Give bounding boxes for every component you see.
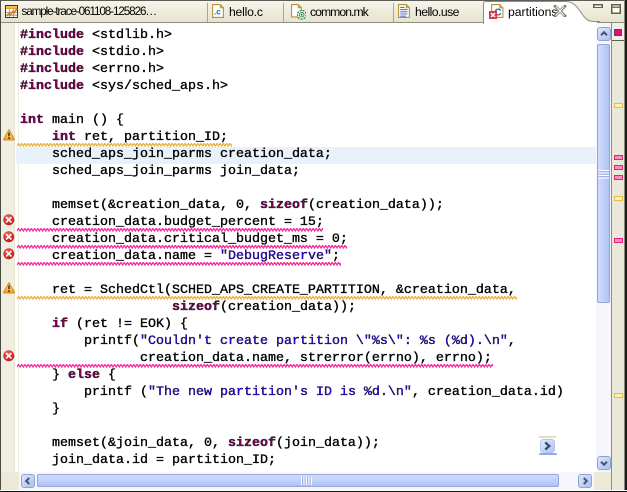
svg-text:.c: .c [214, 8, 221, 17]
